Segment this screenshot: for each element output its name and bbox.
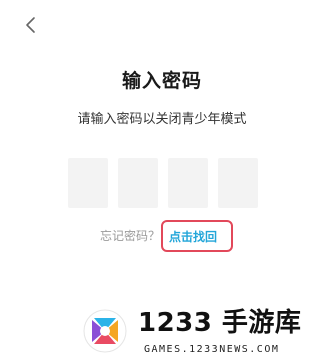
watermark-url: GAMES.1233NEWS.COM <box>144 344 280 355</box>
code-box-3[interactable] <box>168 158 208 208</box>
watermark-brand: 1233 手游库 <box>138 308 302 338</box>
password-code-input[interactable] <box>68 158 258 208</box>
page-title: 输入密码 <box>121 70 202 92</box>
brand-logo-icon <box>83 309 127 353</box>
chevron-left-icon <box>26 17 35 33</box>
code-box-4[interactable] <box>218 158 258 208</box>
code-box-2[interactable] <box>118 158 158 208</box>
forgot-password-text: 忘记密码？ <box>100 229 161 243</box>
back-button[interactable] <box>20 14 42 36</box>
code-box-1[interactable] <box>68 158 108 208</box>
find-back-link[interactable]: 点击找回 <box>169 228 217 245</box>
page-subtitle: 请输入密码以关闭青少年模式 <box>77 112 247 127</box>
